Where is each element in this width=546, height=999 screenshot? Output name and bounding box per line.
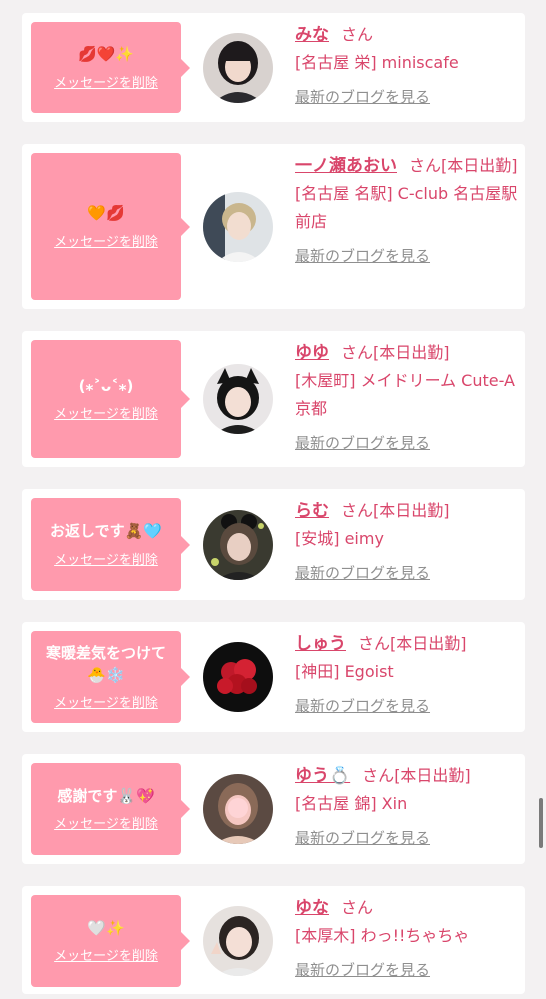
shop-text: [名古屋 錦] Xin [295,794,408,813]
message-bubble: 感謝です🐰💖 メッセージを削除 [31,763,190,855]
message-card: お返しです🧸🩵 メッセージを削除 らむ さん[本日出勤] [安城] eimy 最新… [22,489,525,600]
message-card: 🧡💋 メッセージを削除 一ノ瀬あおい さん[本日出勤] [名古屋 名駅] C-cl… [22,144,525,309]
message-bubble: 💋❤️✨ メッセージを削除 [31,22,190,113]
status-text: [本日出勤] [373,501,450,520]
avatar[interactable] [203,642,273,712]
message-text: 💋❤️✨ [77,45,135,64]
honorific: さん [341,501,374,520]
honorific: さん [409,156,442,175]
message-text: 🧡💋 [87,204,125,223]
avatar[interactable] [203,192,273,262]
delete-message-link[interactable]: メッセージを削除 [54,945,158,964]
status-text: [本日出勤] [441,156,518,175]
profile-name-link[interactable]: ゆう💍 [295,766,350,786]
avatar[interactable] [203,774,273,844]
delete-message-link[interactable]: メッセージを削除 [54,549,158,568]
message-text: (⁎˃ᴗ˂⁎) [78,376,134,395]
latest-blog-link[interactable]: 最新のブログを見る [295,559,430,587]
message-text: 寒暖差気をつけて🐣❄️ [45,643,166,684]
message-text: 感謝です🐰💖 [57,786,155,805]
delete-message-link[interactable]: メッセージを削除 [54,231,158,250]
latest-blog-link[interactable]: 最新のブログを見る [295,242,430,270]
profile-info: らむ さん[本日出勤] [安城] eimy 最新のブログを見る [295,497,521,587]
latest-blog-link[interactable]: 最新のブログを見る [295,824,430,852]
honorific: さん [358,634,391,653]
message-bubble: 🤍✨ メッセージを削除 [31,895,190,987]
message-card: 感謝です🐰💖 メッセージを削除 ゆう💍 さん[本日出勤] [名古屋 錦] Xin … [22,754,525,864]
shop-text: [安城] eimy [295,529,384,548]
honorific: さん [341,898,374,917]
message-text: お返しです🧸🩵 [50,522,162,541]
profile-info: ゆゆ さん[本日出勤] [木屋町] メイドリーム Cute-A 京都 最新のブログ… [295,339,521,457]
honorific: さん [341,25,374,44]
avatar[interactable] [203,33,273,103]
profile-name-link[interactable]: みな [295,25,329,45]
delete-message-link[interactable]: メッセージを削除 [54,72,158,91]
message-card: 💋❤️✨ メッセージを削除 みな さん [名古屋 栄] miniscafe 最新の… [22,13,525,122]
latest-blog-link[interactable]: 最新のブログを見る [295,956,430,984]
avatar[interactable] [203,364,273,434]
scrollbar[interactable] [539,798,543,848]
avatar[interactable] [203,906,273,976]
shop-text: [名古屋 栄] miniscafe [295,53,459,72]
shop-text: [神田] Egoist [295,662,394,681]
profile-info: しゅう さん[本日出勤] [神田] Egoist 最新のブログを見る [295,630,521,720]
profile-info: みな さん [名古屋 栄] miniscafe 最新のブログを見る [295,21,521,111]
delete-message-link[interactable]: メッセージを削除 [54,403,158,422]
message-card: 寒暖差気をつけて🐣❄️ メッセージを削除 しゅう さん[本日出勤] [神田] Eg… [22,622,525,732]
profile-info: 一ノ瀬あおい さん[本日出勤] [名古屋 名駅] C-club 名古屋駅前店 最新… [295,152,521,270]
status-text: [本日出勤] [394,766,471,785]
shop-text: [名古屋 名駅] C-club 名古屋駅前店 [295,184,518,231]
profile-name-link[interactable]: ゆゆ [295,343,329,363]
shop-text: [本厚木] わっ!!ちゃちゃ [295,926,470,945]
avatar[interactable] [203,510,273,580]
status-text: [本日出勤] [390,634,467,653]
message-bubble: お返しです🧸🩵 メッセージを削除 [31,498,190,591]
profile-name-link[interactable]: ゆな [295,898,329,918]
message-bubble: 🧡💋 メッセージを削除 [31,153,190,300]
message-card: 🤍✨ メッセージを削除 ゆな さん [本厚木] わっ!!ちゃちゃ 最新のブログを見… [22,886,525,994]
message-card: (⁎˃ᴗ˂⁎) メッセージを削除 ゆゆ さん[本日出勤] [木屋町] メイドリーム… [22,331,525,467]
latest-blog-link[interactable]: 最新のブログを見る [295,692,430,720]
shop-text: [木屋町] メイドリーム Cute-A 京都 [295,371,515,418]
status-text: [本日出勤] [373,343,450,362]
delete-message-link[interactable]: メッセージを削除 [54,692,158,711]
profile-name-link[interactable]: 一ノ瀬あおい [295,156,397,176]
message-bubble: 寒暖差気をつけて🐣❄️ メッセージを削除 [31,631,190,723]
delete-message-link[interactable]: メッセージを削除 [54,813,158,832]
profile-name-link[interactable]: しゅう [295,634,346,654]
profile-info: ゆな さん [本厚木] わっ!!ちゃちゃ 最新のブログを見る [295,894,521,984]
profile-name-link[interactable]: らむ [295,501,329,521]
message-bubble: (⁎˃ᴗ˂⁎) メッセージを削除 [31,340,190,458]
latest-blog-link[interactable]: 最新のブログを見る [295,83,430,111]
honorific: さん [341,343,374,362]
profile-info: ゆう💍 さん[本日出勤] [名古屋 錦] Xin 最新のブログを見る [295,762,521,852]
latest-blog-link[interactable]: 最新のブログを見る [295,429,430,457]
message-text: 🤍✨ [87,918,125,937]
honorific: さん [362,766,395,785]
